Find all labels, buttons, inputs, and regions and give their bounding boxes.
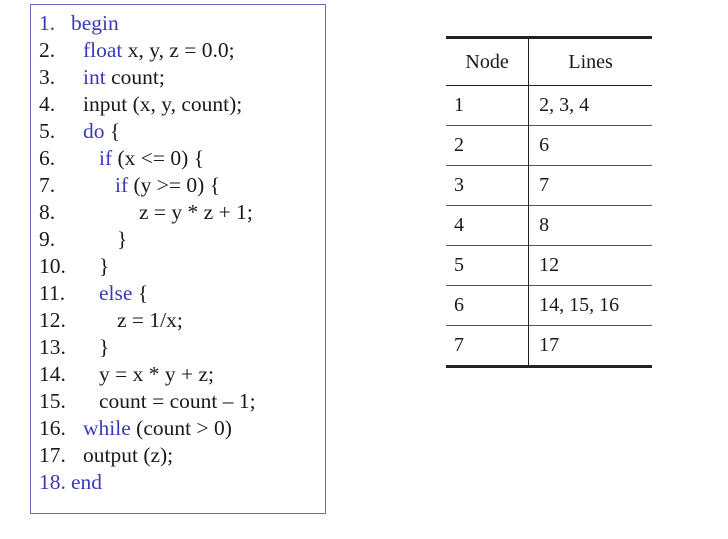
keyword: begin — [71, 11, 119, 35]
line-number: 12. — [39, 308, 66, 332]
table-header-row: Node Lines — [446, 37, 652, 86]
line-number: 10. — [39, 254, 66, 278]
table-row: 48 — [446, 205, 652, 246]
code-listing: 1. begin 2. float x, y, z = 0.0; 3. int cou… — [30, 4, 326, 514]
keyword: end — [71, 470, 103, 494]
statement: else { — [99, 280, 148, 307]
statement-text: } — [99, 335, 110, 359]
line-number: 18. — [39, 470, 66, 494]
statement-text: z = 1/x; — [117, 308, 183, 332]
statement-text: } — [99, 254, 110, 278]
column-header-lines: Lines — [568, 50, 613, 73]
keyword: int — [83, 65, 106, 89]
table-row: 1 2, 3, 4 — [446, 85, 652, 126]
statement: float x, y, z = 0.0; — [83, 37, 235, 64]
line-number: 17. — [39, 443, 66, 467]
lines-cell: 8 — [539, 214, 550, 236]
table-row: 26 — [446, 125, 652, 166]
table-row: 37 — [446, 165, 652, 206]
line-number: 15. — [39, 389, 66, 413]
node-cell: 6 — [446, 285, 530, 326]
statement: while (count > 0) — [83, 415, 232, 442]
node-cell: 1 — [446, 85, 530, 126]
line-number: 13. — [39, 335, 66, 359]
line-number: 7. — [39, 173, 56, 197]
line-number: 14. — [39, 362, 66, 386]
node-lines-table: Node Lines 1 2, 3, 4 26 37 48 5 12 6 14, 15… — [446, 36, 652, 367]
keyword: else — [99, 281, 133, 305]
node-cell: 2 — [446, 125, 530, 166]
lines-cell: 14, 15, 16 — [539, 294, 620, 316]
statement-text: (x <= 0) { — [112, 146, 205, 170]
statement-text: z = y * z + 1; — [139, 200, 253, 224]
keyword: float — [83, 38, 123, 62]
statement-text: (count > 0) — [130, 416, 232, 440]
node-cell: 5 — [446, 245, 530, 286]
statement: do { — [83, 118, 120, 145]
statement-text: } — [117, 227, 128, 251]
line-number: 1. — [39, 11, 56, 35]
statement-text: count; — [105, 65, 165, 89]
statement-text: count = count – 1; — [99, 389, 256, 413]
statement-text: { — [104, 119, 121, 143]
statement-text: { — [132, 281, 149, 305]
keyword: do — [83, 119, 105, 143]
statement-text: y = x * y + z; — [99, 362, 215, 386]
table-row: 5 12 — [446, 245, 652, 286]
column-header-node: Node — [446, 37, 530, 86]
lines-cell: 6 — [539, 134, 550, 156]
table-row: 7 17 — [446, 325, 652, 367]
line-number: 16. — [39, 416, 66, 440]
keyword: if — [115, 173, 129, 197]
line-number: 11. — [39, 281, 66, 305]
keyword: while — [83, 416, 131, 440]
statement-text: input (x, y, count); — [83, 92, 243, 116]
line-number: 4. — [39, 92, 56, 116]
statement-text: output (z); — [83, 443, 174, 467]
node-cell: 4 — [446, 205, 530, 246]
lines-cell: 2, 3, 4 — [539, 94, 590, 116]
line-number: 5. — [39, 119, 56, 143]
statement: if (y >= 0) { — [115, 172, 220, 199]
statement: if (x <= 0) { — [99, 145, 204, 172]
line-number: 9. — [39, 227, 56, 251]
keyword: if — [99, 146, 113, 170]
node-cell: 7 — [446, 325, 530, 367]
line-number: 6. — [39, 146, 56, 170]
lines-cell: 17 — [539, 334, 560, 356]
lines-cell: 12 — [539, 254, 560, 276]
node-cell: 3 — [446, 165, 530, 206]
line-number: 2. — [39, 38, 56, 62]
table-row: 6 14, 15, 16 — [446, 285, 652, 326]
line-number: 3. — [39, 65, 56, 89]
statement-text: (y >= 0) { — [128, 173, 221, 197]
statement-text: x, y, z = 0.0; — [122, 38, 235, 62]
lines-cell: 7 — [539, 174, 550, 196]
statement: int count; — [83, 64, 165, 91]
line-number: 8. — [39, 200, 56, 224]
